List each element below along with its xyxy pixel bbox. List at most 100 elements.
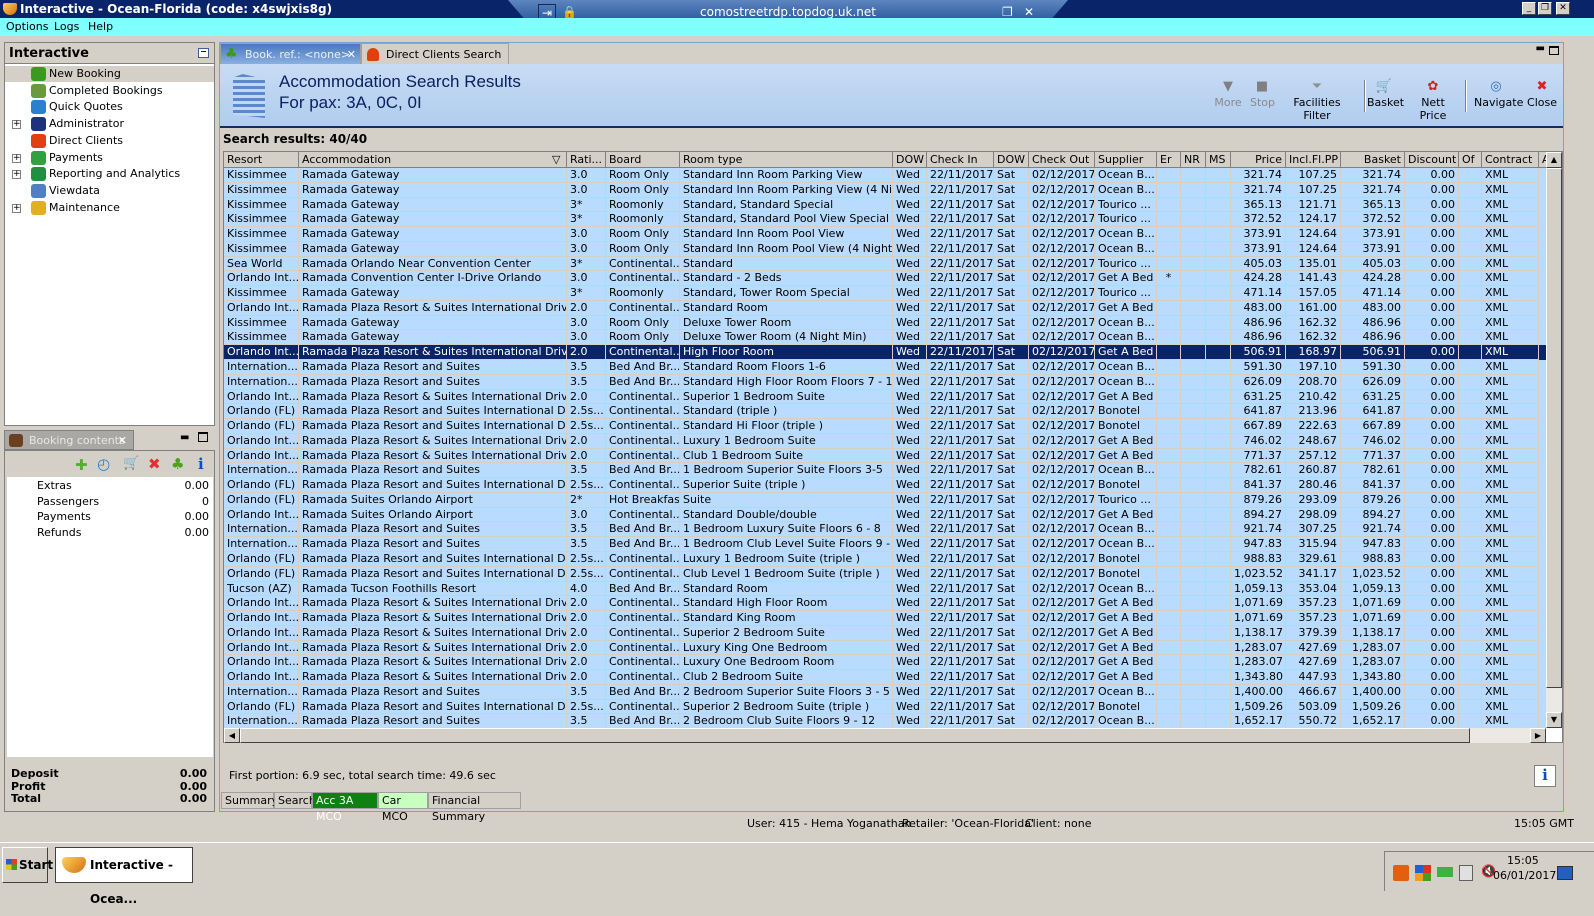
column-header-accommodation[interactable]: Accommodation: [299, 152, 567, 168]
table-row[interactable]: Kissimmee Ramada Gateway 3.0 Room Only Stand…: [224, 182, 1546, 198]
column-header-room-type[interactable]: Room type: [680, 152, 893, 168]
nav-item-direct-clients[interactable]: Direct Clients: [5, 133, 214, 149]
minimize-button[interactable]: _: [1522, 2, 1536, 15]
table-row[interactable]: Orlando (FL) Ramada Plaza Resort and Suit…: [224, 478, 1546, 493]
table-row[interactable]: Orlando Int... Ramada Plaza Resort & Suit…: [224, 640, 1546, 656]
collapse-all-icon[interactable]: −: [198, 48, 209, 58]
table-row[interactable]: Orlando Int... Ramada Plaza Resort & Suit…: [224, 596, 1546, 612]
column-header-board[interactable]: Board: [606, 152, 680, 168]
table-row[interactable]: Orlando Int... Ramada Plaza Resort & Suit…: [224, 625, 1546, 641]
booking-contents-tab[interactable]: Booking contents ✕: [4, 430, 134, 450]
column-header-resort[interactable]: Resort: [224, 152, 299, 168]
menu-help[interactable]: Help: [88, 20, 113, 33]
table-row[interactable]: Orlando Int... Ramada Suites Orlando Airp…: [224, 507, 1546, 523]
network-card-icon[interactable]: [1437, 867, 1453, 877]
close-button[interactable]: ✕: [1556, 2, 1570, 15]
hscroll-thumb[interactable]: [240, 728, 1470, 743]
menu-options[interactable]: Options: [6, 20, 48, 33]
toolbar-nett-price-button[interactable]: ✿ Nett Price: [1409, 80, 1457, 123]
table-row[interactable]: Orlando (FL) Ramada Plaza Resort and Suit…: [224, 566, 1546, 582]
column-header-dow[interactable]: DOW: [994, 152, 1029, 168]
bottom-tab-summary[interactable]: Summary: [221, 792, 278, 809]
close-tab-icon[interactable]: ✕: [347, 44, 356, 66]
table-row[interactable]: Kissimmee Ramada Gateway 3* Roomonly Standar…: [224, 212, 1546, 228]
maximize-view-icon[interactable]: [1549, 46, 1559, 55]
scroll-down-button[interactable]: ▼: [1546, 712, 1562, 728]
nav-item-quick-quotes[interactable]: Quick Quotes: [5, 99, 214, 115]
toolbar-facilities-filter-button[interactable]: ⏷ Facilities Filter: [1283, 80, 1351, 123]
column-header-incl-fl-pp[interactable]: Incl.Fl.PP: [1286, 152, 1341, 168]
column-header-supplier[interactable]: Supplier: [1095, 152, 1157, 168]
table-row[interactable]: Internation... Ramada Plaza Resort and Su…: [224, 463, 1546, 479]
tab-booking[interactable]: ♣ Book. ref.: <none> ✕: [220, 43, 361, 65]
maximize-panel-icon[interactable]: [198, 432, 208, 442]
taskbar-app-button[interactable]: Interactive - Ocea...: [55, 847, 193, 906]
table-row[interactable]: Kissimmee Ramada Gateway 3.0 Room Only Stand…: [224, 227, 1546, 242]
nav-item-reporting-and-analytics[interactable]: + Reporting and Analytics: [5, 166, 214, 182]
horizontal-scrollbar[interactable]: ◀ ▶: [224, 728, 1546, 743]
minimize-panel-icon[interactable]: ▬: [180, 432, 189, 443]
table-row[interactable]: Orlando (FL) Ramada Suites Orlando Airpor…: [224, 492, 1546, 508]
scroll-right-button[interactable]: ▶: [1530, 728, 1546, 743]
table-row[interactable]: Orlando (FL) Ramada Plaza Resort and Suit…: [224, 419, 1546, 434]
tab-direct-clients-search[interactable]: Direct Clients Search: [361, 43, 509, 65]
table-row[interactable]: Orlando Int... Ramada Convention Center I…: [224, 271, 1546, 287]
table-row[interactable]: Orlando (FL) Ramada Plaza Resort and Suit…: [224, 552, 1546, 567]
table-row[interactable]: Internation... Ramada Plaza Resort and Su…: [224, 374, 1546, 390]
table-row[interactable]: Internation... Ramada Plaza Resort and Su…: [224, 684, 1546, 700]
restore-button[interactable]: ❐: [1538, 2, 1552, 15]
table-row[interactable]: Orlando Int... Ramada Plaza Resort & Suit…: [224, 345, 1546, 360]
bottom-tab-search[interactable]: Search: [274, 792, 316, 809]
java-icon[interactable]: [1393, 865, 1409, 881]
toolbar-basket-button[interactable]: 🛒 Basket: [1367, 80, 1404, 110]
column-header-check-out[interactable]: Check Out: [1029, 152, 1095, 168]
table-row[interactable]: Kissimmee Ramada Gateway 3* Roomonly Standar…: [224, 197, 1546, 213]
nav-item-new-booking[interactable]: New Booking: [5, 66, 214, 82]
close-icon[interactable]: ✕: [118, 431, 127, 451]
bottom-tab-financial-summary[interactable]: Financial Summary: [428, 792, 521, 823]
bottom-tab-acc-3a-mco[interactable]: Acc 3A MCO: [312, 792, 378, 823]
column-header-er[interactable]: Er: [1157, 152, 1181, 168]
column-header-basket[interactable]: Basket: [1341, 152, 1405, 168]
column-header-rati-[interactable]: Rati...: [567, 152, 606, 168]
nav-item-administrator[interactable]: + Administrator: [5, 116, 214, 132]
expand-icon[interactable]: +: [12, 170, 21, 180]
table-row[interactable]: Orlando (FL) Ramada Plaza Resort and Suit…: [224, 404, 1546, 420]
vertical-scrollbar[interactable]: ▲ ▼: [1546, 152, 1562, 728]
start-button[interactable]: Start: [2, 847, 53, 883]
delete-icon[interactable]: ✖: [148, 455, 161, 473]
table-row[interactable]: Orlando Int... Ramada Plaza Resort & Suit…: [224, 300, 1546, 316]
add-icon[interactable]: ✚: [75, 456, 88, 474]
table-row[interactable]: Orlando Int... Ramada Plaza Resort & Suit…: [224, 389, 1546, 405]
table-row[interactable]: Orlando Int... Ramada Plaza Resort & Suit…: [224, 448, 1546, 464]
expand-icon[interactable]: +: [12, 153, 21, 163]
table-row[interactable]: Orlando Int... Ramada Plaza Resort & Suit…: [224, 655, 1546, 671]
network-icon[interactable]: [1459, 865, 1473, 881]
bottom-tab-car-mco[interactable]: Car MCO: [378, 792, 428, 823]
scroll-up-button[interactable]: ▲: [1546, 152, 1562, 168]
scroll-thumb[interactable]: [1546, 168, 1562, 688]
table-row[interactable]: Kissimmee Ramada Gateway 3* Roomonly Standar…: [224, 286, 1546, 301]
basket-transfer-icon[interactable]: 🛒: [123, 456, 139, 471]
column-header-check-in[interactable]: Check In: [927, 152, 994, 168]
table-row[interactable]: Orlando Int... Ramada Plaza Resort & Suit…: [224, 611, 1546, 626]
info-button[interactable]: i: [1534, 765, 1556, 787]
table-row[interactable]: Orlando Int... Ramada Plaza Resort & Suit…: [224, 433, 1546, 449]
minimize-view-icon[interactable]: ▬: [1536, 43, 1545, 54]
info-icon[interactable]: i: [198, 455, 204, 473]
column-header-discount[interactable]: Discount: [1405, 152, 1459, 168]
table-row[interactable]: Internation... Ramada Plaza Resort and Su…: [224, 360, 1546, 375]
nav-item-viewdata[interactable]: Viewdata: [5, 183, 214, 199]
palm-tree-icon[interactable]: ♣: [171, 455, 184, 473]
table-row[interactable]: Kissimmee Ramada Gateway 3.0 Room Only Stand…: [224, 241, 1546, 257]
column-header-price[interactable]: Price: [1231, 152, 1286, 168]
expand-icon[interactable]: +: [12, 120, 21, 130]
table-row[interactable]: Kissimmee Ramada Gateway 3.0 Room Only Delux…: [224, 330, 1546, 346]
table-row[interactable]: Tucson (AZ) Ramada Tucson Foothills Resor…: [224, 581, 1546, 597]
filter-icon[interactable]: ▽: [552, 153, 560, 166]
table-row[interactable]: Kissimmee Ramada Gateway 3.0 Room Only Delux…: [224, 315, 1546, 331]
table-row[interactable]: Internation... Ramada Plaza Resort and Su…: [224, 522, 1546, 538]
column-header-dow[interactable]: DOW: [893, 152, 927, 168]
column-header-contract[interactable]: Contract: [1482, 152, 1539, 168]
nav-item-maintenance[interactable]: + Maintenance: [5, 200, 214, 216]
